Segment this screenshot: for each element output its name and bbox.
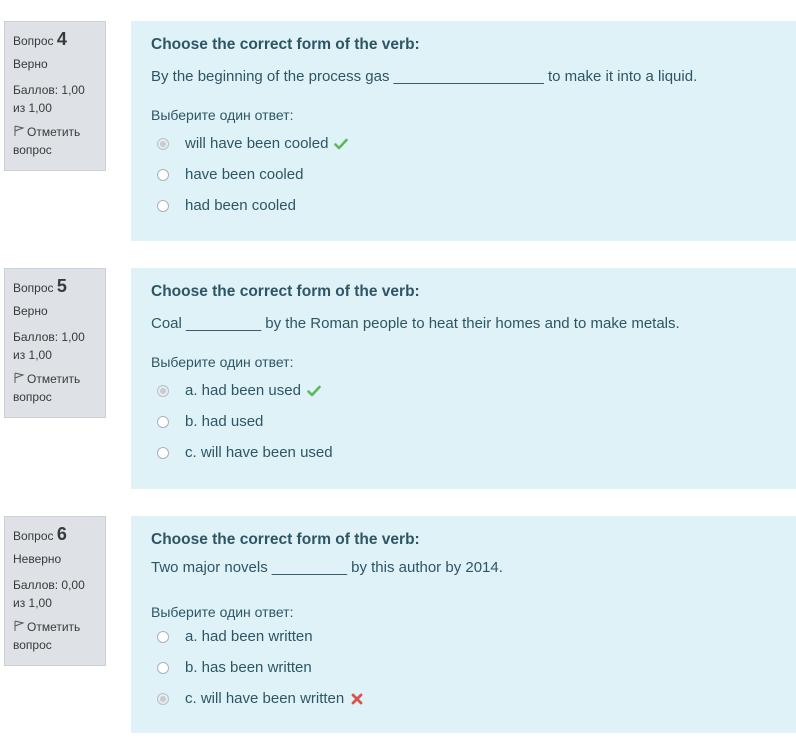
question-state: Верно [13, 57, 48, 71]
answer-radio[interactable] [157, 199, 169, 212]
answer-option[interactable]: c. will have been used [151, 437, 796, 468]
answer-radio[interactable] [157, 168, 169, 181]
question-grade: Баллов: 0,00 из 1,00 [13, 578, 85, 610]
answer-radio[interactable] [157, 446, 169, 459]
answer-option[interactable]: had been cooled [151, 190, 796, 221]
answer-label: b. has been written [185, 659, 312, 676]
question-text: By the beginning of the process gas ____… [151, 68, 698, 85]
question-grade: Баллов: 1,00 из 1,00 [13, 330, 85, 362]
answer-option[interactable]: b. had used [151, 406, 796, 437]
question-label: Вопрос [13, 34, 54, 48]
answer-prompt: Выберите один ответ: [151, 107, 294, 123]
flag-icon [14, 125, 25, 136]
answer-prompt: Выберите один ответ: [151, 354, 294, 370]
question-content: Choose the correct form of the verb: By … [131, 21, 796, 241]
answer-label: b. had used [185, 413, 264, 430]
answer-option[interactable]: a. had been used [151, 375, 796, 406]
question-instruction: Choose the correct form of the verb: [151, 36, 420, 53]
answer-radio[interactable] [157, 415, 169, 428]
flag-question-link[interactable]: Отметить вопрос [13, 618, 99, 654]
answer-label: will have been cooled [185, 135, 329, 152]
question-instruction: Choose the correct form of the verb: [151, 283, 420, 300]
question-state: Верно [13, 304, 48, 318]
question-label: Вопрос [13, 281, 54, 295]
check-icon [307, 385, 321, 396]
question-text: Two major novels _________ by this autho… [151, 559, 503, 576]
question-text: Coal _________ by the Roman people to he… [151, 315, 680, 332]
question-num: 6 [56, 524, 67, 544]
answer-radio[interactable] [157, 661, 169, 674]
answer-option[interactable]: b. has been written [151, 652, 796, 683]
answer-option[interactable]: c. will have been written [151, 683, 796, 714]
question-info: Вопрос 5 Верно Баллов: 1,00 из 1,00 Отме… [4, 268, 106, 418]
answer-option[interactable]: a. had been written [151, 621, 796, 652]
answer-prompt: Выберите один ответ: [151, 604, 294, 620]
answer-radio[interactable] [157, 384, 169, 397]
answer-label: c. will have been written [185, 690, 345, 707]
cross-icon [351, 693, 363, 704]
answer-option[interactable]: have been cooled [151, 159, 796, 190]
flag-question-link[interactable]: Отметить вопрос [13, 123, 99, 159]
question-num: 4 [56, 29, 67, 49]
question-number: Вопрос 5 [13, 277, 99, 297]
answer-radio[interactable] [157, 137, 169, 150]
answer-option[interactable]: will have been cooled [151, 128, 796, 159]
flag-question-link[interactable]: Отметить вопрос [13, 370, 99, 406]
answer-list: will have been cooled have been cooled h… [151, 128, 796, 221]
answer-label: a. had been written [185, 628, 313, 645]
question-num: 5 [56, 276, 67, 296]
question-info: Вопрос 6 Неверно Баллов: 0,00 из 1,00 От… [4, 516, 106, 666]
question-number: Вопрос 4 [13, 30, 99, 50]
question-info: Вопрос 4 Верно Баллов: 1,00 из 1,00 Отме… [4, 21, 106, 171]
answer-list: a. had been used b. had used c. will hav… [151, 375, 796, 468]
answer-radio[interactable] [157, 630, 169, 643]
question-number: Вопрос 6 [13, 525, 99, 545]
check-icon [334, 138, 349, 149]
answer-label: c. will have been used [185, 444, 333, 461]
question-content: Choose the correct form of the verb: Two… [131, 516, 796, 733]
answer-label: a. had been used [185, 382, 301, 399]
answer-label: have been cooled [185, 166, 304, 183]
answer-list: a. had been written b. has been written … [151, 621, 796, 714]
question-label: Вопрос [13, 529, 54, 543]
flag-icon [14, 620, 25, 631]
flag-icon [14, 372, 25, 383]
question-state: Неверно [13, 552, 62, 566]
question-grade: Баллов: 1,00 из 1,00 [13, 83, 85, 115]
answer-label: had been cooled [185, 197, 296, 214]
answer-radio[interactable] [157, 692, 169, 705]
question-instruction: Choose the correct form of the verb: [151, 531, 420, 548]
question-content: Choose the correct form of the verb: Coa… [131, 268, 796, 489]
